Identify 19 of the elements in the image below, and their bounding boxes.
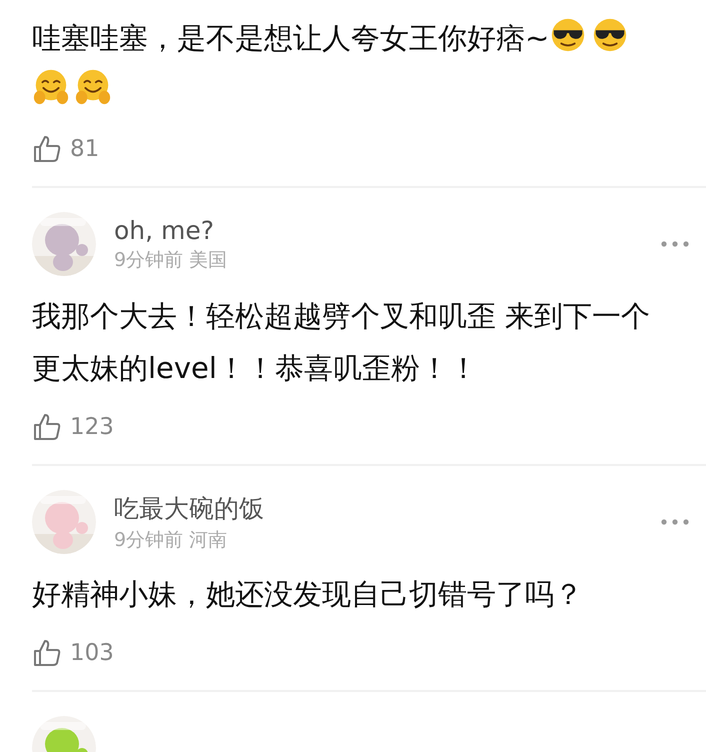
thumbs-up-icon[interactable]: [32, 412, 62, 442]
like-count: 123: [70, 414, 114, 440]
thumbs-up-icon[interactable]: [32, 134, 62, 164]
comment-text: 哇塞哇塞，是不是想让人夸女王你好痞~: [32, 21, 550, 55]
username[interactable]: 吃最大碗的饭: [114, 492, 642, 524]
comment-text: 我那个大去！轻松超越劈个叉和叽歪 来到下一个更太妹的level！！恭喜叽歪粉！！: [32, 299, 650, 385]
comment-text: 好精神小妹，她还没发现自己切错号了吗？: [32, 577, 583, 611]
username[interactable]: oh, me?: [114, 216, 642, 244]
like-count: 81: [70, 136, 100, 162]
more-icon[interactable]: [660, 518, 690, 526]
timestamp: 9分钟前: [114, 248, 184, 272]
hugging-face-icon: [32, 68, 70, 106]
more-icon[interactable]: [660, 240, 690, 248]
location: 美国: [189, 248, 228, 272]
like-count: 103: [70, 640, 114, 666]
location: 河南: [189, 528, 228, 552]
timestamp: 9分钟前: [114, 528, 184, 552]
thumbs-up-icon[interactable]: [32, 638, 62, 668]
hugging-face-icon: [74, 68, 112, 106]
